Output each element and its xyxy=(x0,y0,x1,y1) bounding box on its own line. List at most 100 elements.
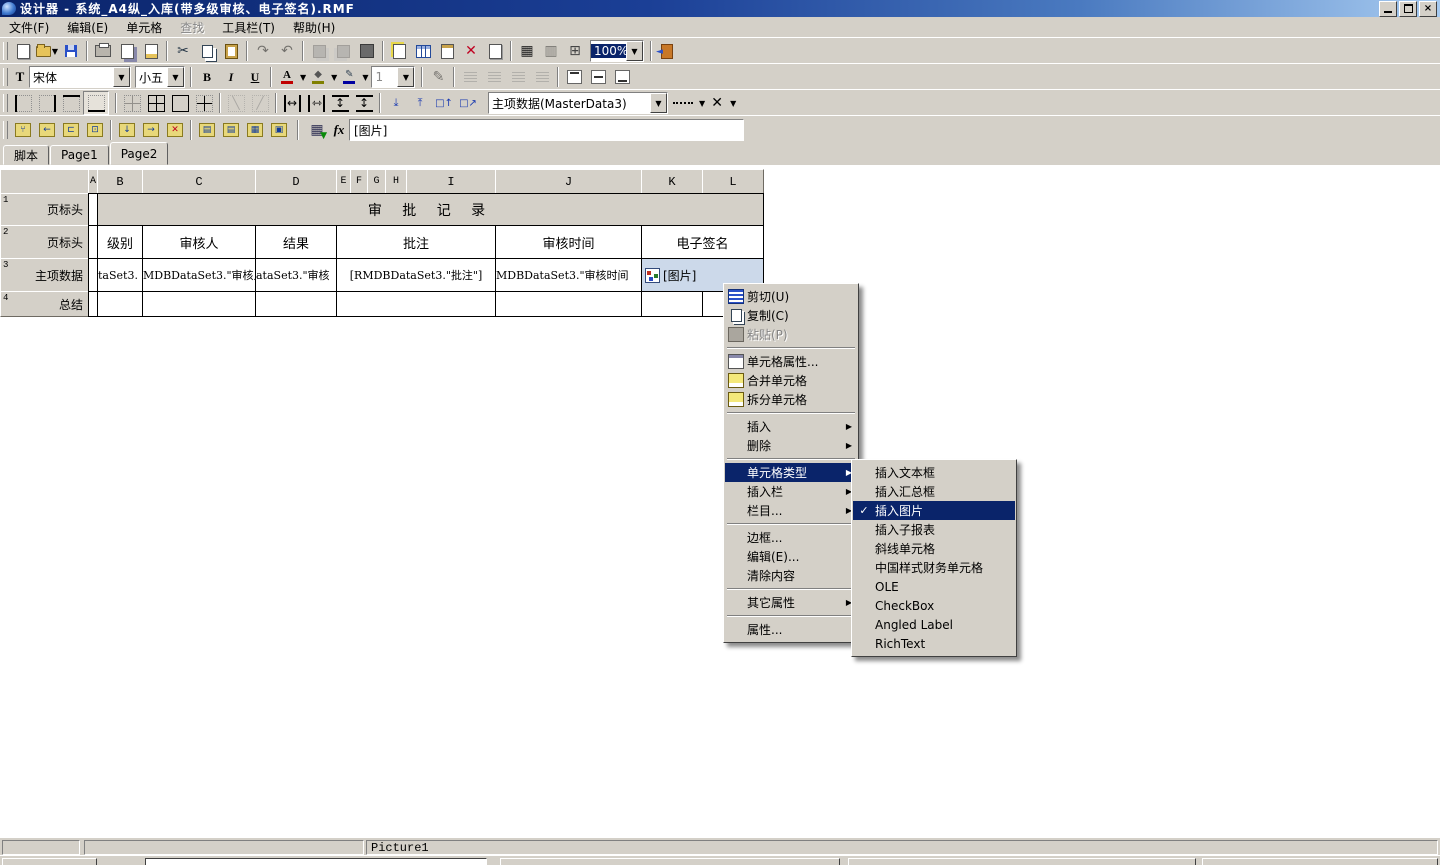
toolbar-gripper[interactable] xyxy=(3,68,8,86)
delete-row-button[interactable]: ✕ xyxy=(163,119,187,141)
zoom-combo[interactable]: 100% ▼ xyxy=(590,40,644,62)
menu-item-columns[interactable]: 栏目... ▶ xyxy=(725,501,857,520)
border-none-button[interactable] xyxy=(120,92,144,114)
cell-ei3[interactable]: [RMDBDataSet3."批注"] xyxy=(336,258,496,292)
submenu-item-insert-summary[interactable]: 插入汇总框 xyxy=(853,482,1015,501)
valign-top-button[interactable] xyxy=(562,66,586,88)
copy-button[interactable] xyxy=(195,40,219,62)
fill-color-button[interactable]: ◆ xyxy=(306,66,330,88)
menu-item-split-cells[interactable]: 拆分单元格 xyxy=(725,390,857,409)
insert-table-button[interactable] xyxy=(411,40,435,62)
grid-lines-button[interactable]: ▦ xyxy=(515,40,539,62)
line-color-dropdown-icon[interactable]: ▼ xyxy=(362,73,368,82)
cell-b2[interactable]: 级别 xyxy=(97,225,143,259)
menu-item-cell-type[interactable]: 单元格类型 ▶ xyxy=(725,463,857,482)
cell-d3[interactable]: ataSet3."审核 xyxy=(255,258,337,292)
row-header-1[interactable]: 1 页标头 xyxy=(0,193,89,226)
cell-b4[interactable] xyxy=(97,291,143,317)
split-row-button[interactable]: ⑂ xyxy=(11,119,35,141)
exit-button[interactable] xyxy=(655,40,679,62)
cell-down-arrow-button[interactable]: ⤓ xyxy=(384,92,408,114)
cell-d4[interactable] xyxy=(255,291,337,317)
toolbar-gripper[interactable] xyxy=(3,94,8,112)
menu-item-edit[interactable]: 编辑(E)... xyxy=(725,547,857,566)
column-header-b[interactable]: B xyxy=(97,169,143,194)
tab-page1[interactable]: Page1 xyxy=(50,145,109,165)
tab-page2[interactable]: Page2 xyxy=(110,142,169,165)
print-preview-button[interactable] xyxy=(115,40,139,62)
cell-borders-button[interactable]: ⊞ xyxy=(563,40,587,62)
border-top-button[interactable] xyxy=(59,92,83,114)
valign-bottom-button[interactable] xyxy=(610,66,634,88)
column-header-h[interactable]: H xyxy=(385,169,407,194)
split-row-down-button[interactable]: ↓ xyxy=(115,119,139,141)
menu-file[interactable]: 文件(F) xyxy=(0,17,58,38)
submenu-item-chinese-finance-cell[interactable]: 中国样式财务单元格 xyxy=(853,558,1015,577)
print-button[interactable] xyxy=(91,40,115,62)
submenu-item-checkbox[interactable]: CheckBox xyxy=(853,596,1015,615)
close-button[interactable]: × xyxy=(1419,1,1437,17)
insert-row-right-button[interactable]: → xyxy=(139,119,163,141)
clear-border-dropdown-icon[interactable]: ▼ xyxy=(730,99,736,108)
insert-band-button[interactable]: ⊏ xyxy=(59,119,83,141)
font-size-combo[interactable]: 小五 ▼ xyxy=(135,66,185,88)
column-header-d[interactable]: D xyxy=(255,169,337,194)
cell-up-arrow-button[interactable]: □↑ xyxy=(432,92,456,114)
font-name-dropdown-icon[interactable]: ▼ xyxy=(113,67,130,87)
cell-d2[interactable]: 结果 xyxy=(255,225,337,259)
cell-title[interactable]: 审 批 记 录 xyxy=(97,193,764,226)
submenu-item-insert-subreport[interactable]: 插入子报表 xyxy=(853,520,1015,539)
save-button[interactable] xyxy=(59,40,83,62)
menu-cell[interactable]: 单元格 xyxy=(117,17,171,38)
font-color-button[interactable]: A xyxy=(275,66,299,88)
italic-button[interactable]: I xyxy=(219,66,243,88)
clear-border-button[interactable]: ✕ xyxy=(705,92,729,114)
border-width-dropdown-icon[interactable]: ▼ xyxy=(397,67,414,87)
fit-width-button[interactable]: ↔ xyxy=(280,92,304,114)
cell-ei4[interactable] xyxy=(336,291,496,317)
column-header-l[interactable]: L xyxy=(702,169,764,194)
band-page-button-2[interactable]: ▤ xyxy=(219,119,243,141)
column-header-e[interactable]: E xyxy=(336,169,351,194)
column-header-i[interactable]: I xyxy=(406,169,496,194)
band-page-button-1[interactable]: ▤ xyxy=(195,119,219,141)
menu-edit[interactable]: 编辑(E) xyxy=(58,17,117,38)
font-name-combo[interactable]: 宋体 ▼ xyxy=(29,66,131,88)
cell-c3[interactable]: MDBDataSet3."审核人 xyxy=(142,258,256,292)
cell-c4[interactable] xyxy=(142,291,256,317)
border-inner-button[interactable] xyxy=(192,92,216,114)
cell-j3[interactable]: MDBDataSet3."审核时间 xyxy=(495,258,642,292)
expand-height-button[interactable]: ↕ xyxy=(352,92,376,114)
cell-b3[interactable]: taSet3. xyxy=(97,258,143,292)
line-color-button[interactable]: ✎ xyxy=(337,66,361,88)
submenu-item-diagonal-cell[interactable]: 斜线单元格 xyxy=(853,539,1015,558)
dataset-combo[interactable]: 主项数据(MasterData3) ▼ xyxy=(488,92,668,114)
submenu-item-insert-textbox[interactable]: 插入文本框 xyxy=(853,463,1015,482)
cell-kl2[interactable]: 电子签名 xyxy=(641,225,764,259)
font-size-dropdown-icon[interactable]: ▼ xyxy=(167,67,184,87)
menu-help[interactable]: 帮助(H) xyxy=(284,17,344,38)
column-header-k[interactable]: K xyxy=(641,169,703,194)
band-page-button-4[interactable]: ▣ xyxy=(267,119,291,141)
column-header-j[interactable]: J xyxy=(495,169,642,194)
cut-button[interactable]: ✂ xyxy=(171,40,195,62)
menu-item-clear-content[interactable]: 清除内容 xyxy=(725,566,857,585)
cell-ei2[interactable]: 批注 xyxy=(336,225,496,259)
tab-script[interactable]: 脚本 xyxy=(3,145,49,165)
submenu-item-insert-picture[interactable]: ✓ 插入图片 xyxy=(853,501,1015,520)
submenu-item-angled-label[interactable]: Angled Label xyxy=(853,615,1015,634)
border-outer-button[interactable] xyxy=(168,92,192,114)
blank-page-button[interactable] xyxy=(483,40,507,62)
expression-field[interactable]: [图片] xyxy=(349,119,744,141)
print-setup-button[interactable] xyxy=(139,40,163,62)
zoom-dropdown-icon[interactable]: ▼ xyxy=(626,41,643,61)
menu-item-insert[interactable]: 插入 ▶ xyxy=(725,417,857,436)
expand-width-button[interactable]: ⇿ xyxy=(304,92,328,114)
line-style-button[interactable] xyxy=(668,92,698,114)
bold-button[interactable]: B xyxy=(195,66,219,88)
menu-item-cut[interactable]: 剪切(U) xyxy=(725,287,857,306)
new-report-button[interactable] xyxy=(387,40,411,62)
menu-item-insert-band[interactable]: 插入栏 ▶ xyxy=(725,482,857,501)
border-right-button[interactable] xyxy=(35,92,59,114)
fit-height-button[interactable]: ↕ xyxy=(328,92,352,114)
